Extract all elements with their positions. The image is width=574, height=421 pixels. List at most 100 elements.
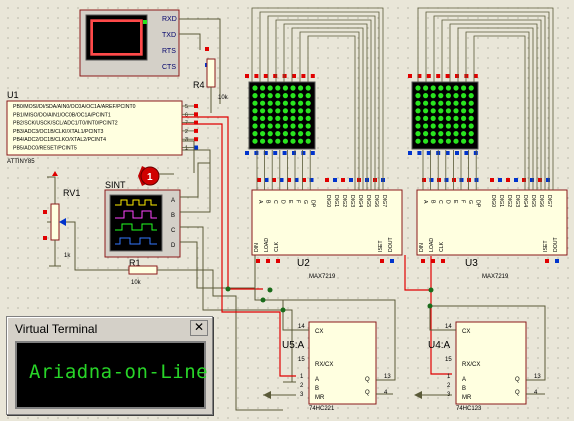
serial-monitor-component[interactable]: RXD TXD RTS CTS [79,9,180,77]
led-dot [267,131,273,137]
max-digit-pin: DIG7 [546,195,552,207]
max-segment-pin: C [272,200,278,204]
u1-pin-number: 3 [185,137,188,143]
max-digit-pin: DIG2 [341,195,347,207]
led-dot [260,115,266,121]
led-dot [423,123,429,129]
led-dot [461,100,467,106]
max-digit-pin: DIG6 [538,195,544,207]
u4a-pin-b: B [462,386,466,392]
led-dot [453,100,459,106]
led-dot [275,138,281,144]
serial-pin-rts: RTS [162,48,176,55]
max-segment-pin: DP [475,200,481,208]
led-dot [453,85,459,91]
max-bottom-pin: DIN [419,243,425,252]
max-segment-pin: A [257,200,263,204]
pin-marker [282,74,287,78]
sint-screen [109,194,163,252]
virtual-terminal-title: Virtual Terminal [15,322,98,336]
led-dot [275,123,281,129]
u4a-num-rxcx: 15 [445,357,452,363]
led-dot [290,93,296,99]
led-dot [438,115,444,121]
max-segment-pin: C [437,200,443,204]
pin-marker [452,178,456,182]
led-dot [445,115,451,121]
led-dot [260,93,266,99]
ic-u5a[interactable]: U5:A CX RX/CX A B MR Q Q 14 15 1 2 3 13 … [282,321,391,412]
u5a-pin-mr: MR [315,395,325,401]
led-dot [423,131,429,137]
led-dot [267,85,273,91]
led-dot [290,131,296,137]
u1-pin-label: PB1/MISO/DO/AIN1/OC0B/OC1A/PCINT1 [13,112,111,118]
probe-marker[interactable]: 1 [138,166,174,186]
pin-marker [473,151,478,155]
u5a-num-cx: 14 [298,324,305,330]
max7219-u2[interactable]: A B C D E F G DP DIG0 DIG1 DIG2 DIG3 DIG4 DIG5 DIG6 DIG… [251,178,403,280]
pin-marker [408,151,412,155]
pin-marker [310,74,315,78]
u5a-pin-q: Q [365,377,370,383]
led-dot [252,108,258,114]
led-dot [453,115,459,121]
u1-pin-label: PB3/ADC3/OC1B/CLKI/XTAL1/PCINT3 [13,129,104,135]
wire-sint-b [180,149,211,213]
r1-value: 10k [131,280,142,286]
max-segment-pin: G [467,200,473,204]
led-dot [252,115,258,121]
led-dot [305,123,311,129]
led-dot [453,108,459,114]
oscilloscope-sint[interactable]: SINT A B C D [104,180,181,258]
led-dot [305,100,311,106]
u5a-num-mr: 3 [300,392,304,398]
led-dot [445,123,451,129]
pin-marker [555,259,559,263]
attiny85-u1[interactable]: U1 PB0/MOSI/DI/SDA/AIN0/OC0A/OC1A/AREF/P… [6,90,198,165]
wire-txd [179,33,201,50]
pin-marker [490,178,494,182]
led-dot [252,100,258,106]
pin-marker [257,178,261,182]
pin-marker [276,259,280,263]
led-dot [298,100,304,106]
pin-marker [205,47,209,51]
led-dot [305,131,311,137]
led-dot [305,138,311,144]
pin-marker [194,145,198,150]
max-segment-pin: G [302,200,308,204]
ic-u4a[interactable]: U4:A CX RX/CX A B MR Q Q 14 15 1 2 3 13 … [428,321,541,412]
led-dot [267,123,273,129]
virtual-terminal-titlebar[interactable]: Virtual Terminal ✕ [9,319,210,337]
led-dot [252,138,258,144]
led-dot [298,93,304,99]
led-dot [461,85,467,91]
led-dot [267,100,273,106]
pin-marker [421,259,425,263]
u4a-pin-qbar: Q [515,390,520,396]
max-segment-pin: D [280,200,286,204]
max-digit-pin: DIG5 [530,195,536,207]
max-bottom-pin: CLK [439,241,445,252]
close-button[interactable]: ✕ [190,320,208,336]
pin-marker [545,259,549,263]
resistor-r1[interactable]: R1 10k [128,258,158,286]
sint-ch-c: C [171,228,176,234]
pin-marker [380,259,384,263]
virtual-terminal-screen[interactable]: Ariadna-on-Line [15,341,208,409]
pin-marker [426,151,431,155]
sint-ch-d: D [171,243,176,249]
pin-marker [194,128,198,133]
led-dot [430,115,436,121]
led-dot [461,115,467,121]
u5a-pin-cx: CX [315,329,323,335]
led-dot [298,85,304,91]
led-dot [445,85,451,91]
max7219-u3[interactable]: A B C D E F G DP DIG0 DIG1 DIG2 DIG3 DIG4 DIG5 DIG6 DIG… [416,178,568,280]
probe-label: 1 [147,172,153,183]
pin-marker [455,151,459,155]
ground-arrow [414,391,422,399]
virtual-terminal-window[interactable]: Virtual Terminal ✕ Ariadna-on-Line [6,316,213,415]
pin-marker [506,178,510,182]
